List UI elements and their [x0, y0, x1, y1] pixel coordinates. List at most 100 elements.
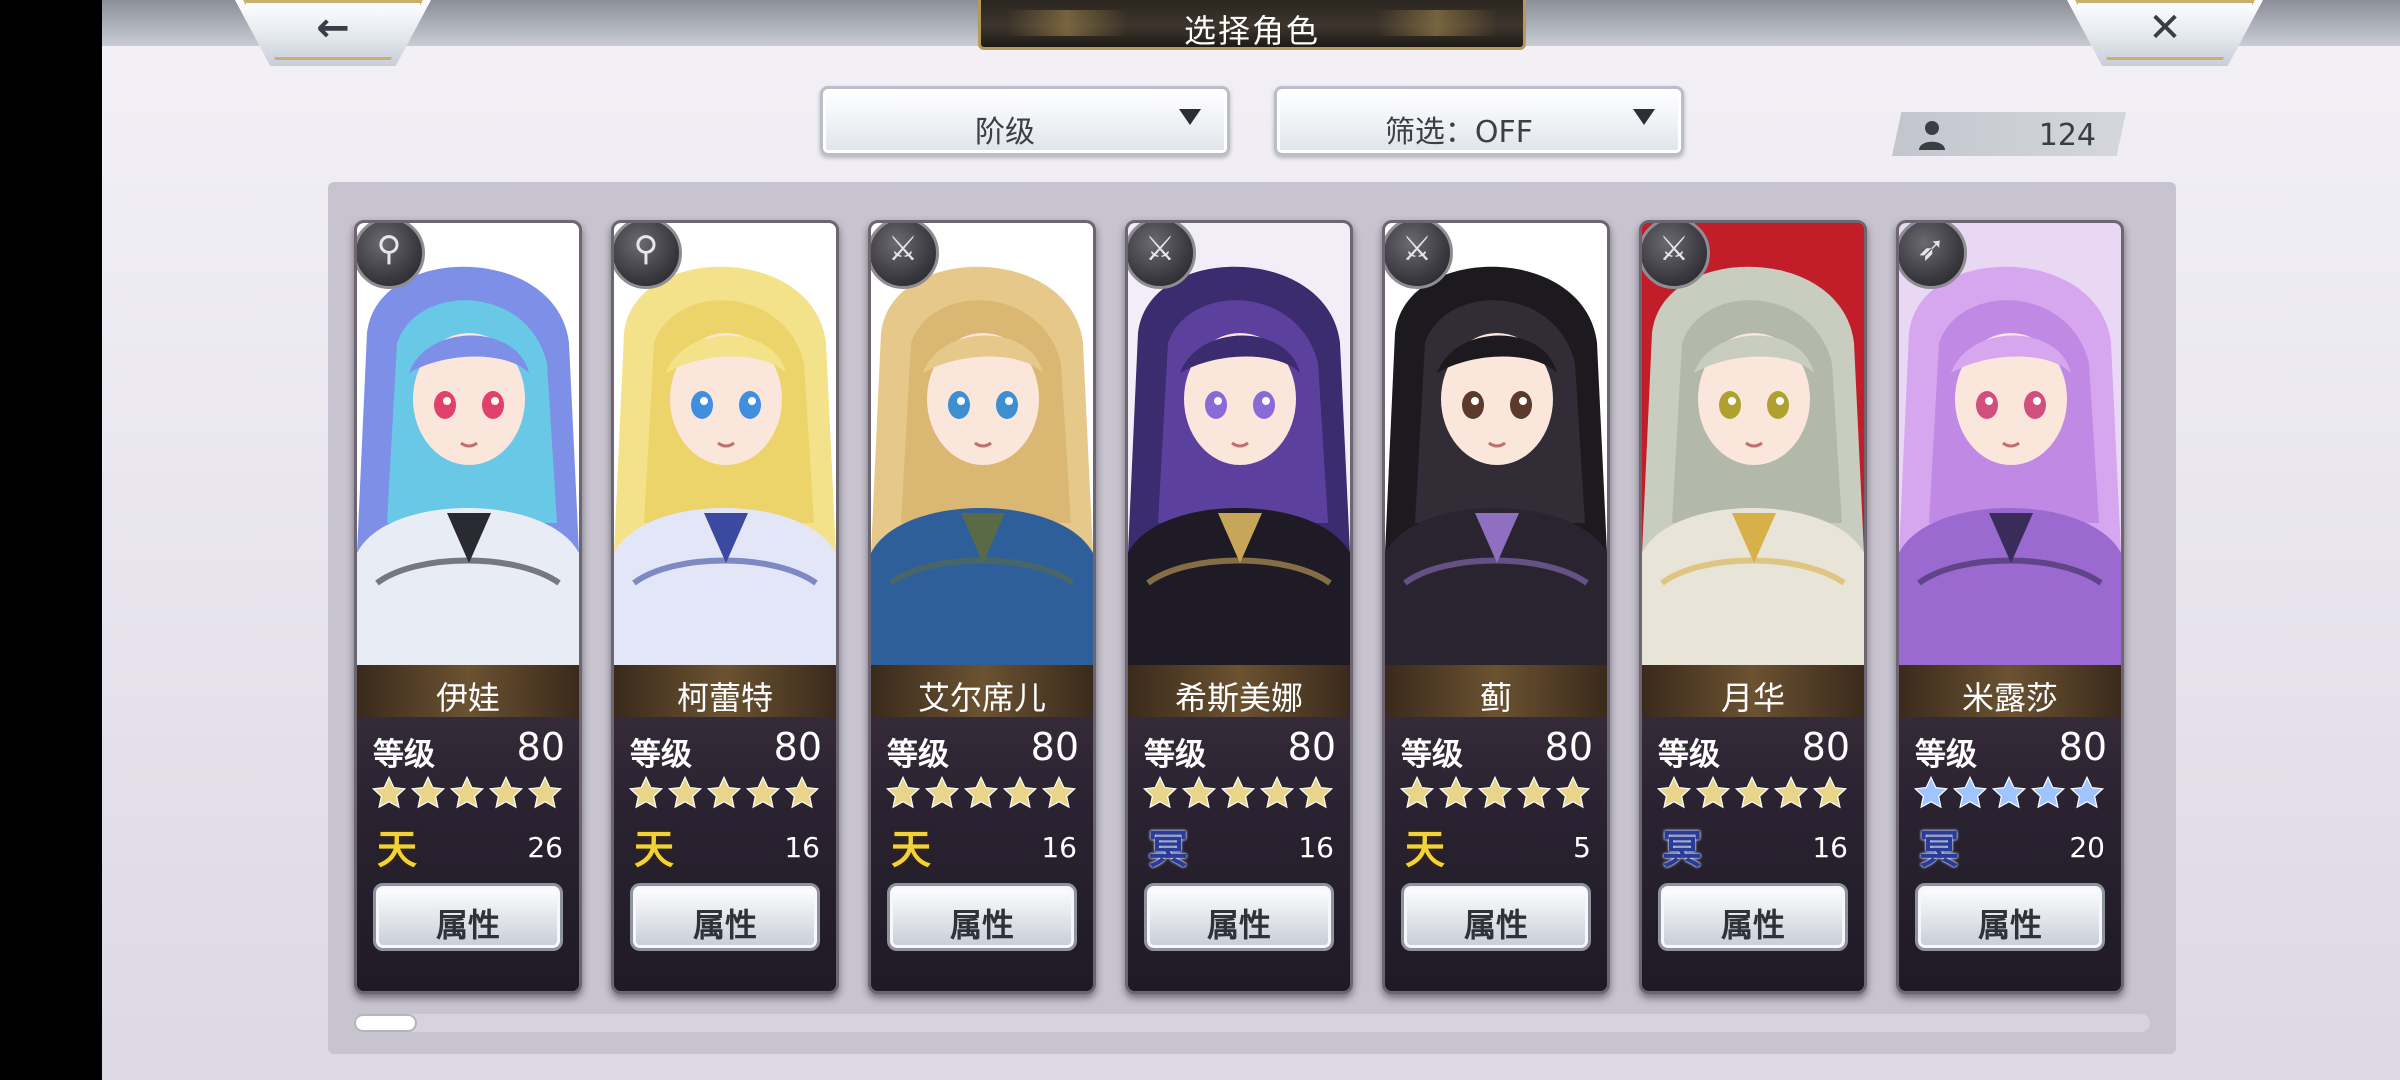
star-icon	[2030, 775, 2066, 809]
portrait-illustration	[357, 223, 579, 665]
rank-icon: 天	[377, 827, 417, 873]
star-rating	[1399, 775, 1591, 811]
character-card[interactable]: ⚲ 伊娃 等级 80 天 26 属性	[354, 220, 582, 994]
attributes-button[interactable]: 属性	[373, 883, 563, 951]
person-icon	[1919, 121, 1945, 150]
scrollbar-thumb[interactable]	[354, 1014, 417, 1032]
rank-count: 5	[1573, 831, 1591, 864]
level-value: 80	[1030, 725, 1079, 769]
star-rating	[1142, 775, 1334, 811]
portrait-illustration	[614, 223, 836, 665]
star-icon	[1952, 775, 1988, 809]
rank-icon: 冥	[1662, 827, 1702, 873]
character-card[interactable]: ⚔ 月华 等级 80 冥 16 属性	[1639, 220, 1867, 994]
rank-icon: 冥	[1919, 827, 1959, 873]
portrait-illustration	[1385, 223, 1607, 665]
star-icon	[1991, 775, 2027, 809]
star-icon	[1181, 775, 1217, 809]
level-label: 等级	[1915, 737, 1977, 773]
filter-dropdown[interactable]: 筛选：OFF	[1274, 86, 1684, 156]
name-plate: 希斯美娜	[1128, 665, 1350, 717]
rank-icon: 天	[891, 827, 931, 873]
filter-label: 筛选：OFF	[1384, 115, 1534, 150]
star-icon	[1399, 775, 1435, 809]
character-card[interactable]: ⚔ 希斯美娜 等级 80 冥 16 属性	[1125, 220, 1353, 994]
level-value: 80	[516, 725, 565, 769]
character-name: 希斯美娜	[1174, 679, 1303, 717]
star-icon	[1477, 775, 1513, 809]
weapon-glyph: ⚔	[1401, 229, 1433, 269]
character-card[interactable]: ⚔ 艾尔席儿 等级 80 天 16 属性	[868, 220, 1096, 994]
character-info: 伊娃 等级 80 天 26 属性	[357, 665, 579, 991]
character-portrait	[614, 223, 836, 665]
attributes-button[interactable]: 属性	[1915, 883, 2105, 951]
attributes-button[interactable]: 属性	[1401, 883, 1591, 951]
character-info: 蓟等级 80 天 5 属性	[1385, 665, 1607, 991]
star-icon	[527, 775, 563, 809]
star-rating	[885, 775, 1077, 811]
star-icon	[1734, 775, 1770, 809]
star-rating	[1913, 775, 2105, 811]
rank-sort-label: 阶级	[975, 115, 1035, 150]
character-info: 月华 等级 80 冥 16 属性	[1642, 665, 1864, 991]
portrait-illustration	[1642, 223, 1864, 665]
star-icon	[963, 775, 999, 809]
character-info: 米露莎 等级 80 冥 20 属性	[1899, 665, 2121, 991]
character-info: 艾尔席儿 等级 80 天 16 属性	[871, 665, 1093, 991]
star-icon	[1656, 775, 1692, 809]
attributes-button-label: 属性	[949, 906, 1014, 944]
attributes-button[interactable]: 属性	[887, 883, 1077, 951]
star-icon	[1002, 775, 1038, 809]
level-label: 等级	[1144, 737, 1206, 773]
chevron-down-icon	[1179, 109, 1201, 125]
roster-count-value: 124	[2038, 118, 2096, 153]
star-icon	[1298, 775, 1334, 809]
character-name: 艾尔席儿	[917, 679, 1046, 717]
character-list-panel: ⚲ 伊娃 等级 80 天 26 属性 ⚲ 柯蕾特 等级 80 天 16 属性 ⚔ 艾尔席儿 等级 80 天 16 属性 ⚔…	[328, 182, 2176, 1054]
rank-count: 20	[2069, 831, 2105, 864]
character-card[interactable]: ⚲ 柯蕾特 等级 80 天 16 属性	[611, 220, 839, 994]
star-icon	[1913, 775, 1949, 809]
star-icon	[706, 775, 742, 809]
character-portrait	[1899, 223, 2121, 665]
character-info: 柯蕾特 等级 80 天 16 属性	[614, 665, 836, 991]
weapon-glyph: ⚔	[887, 229, 919, 269]
rank-sort-dropdown[interactable]: 阶级	[820, 86, 1230, 156]
star-icon	[924, 775, 960, 809]
portrait-illustration	[871, 223, 1093, 665]
rank-count: 16	[1812, 831, 1848, 864]
level-label: 等级	[1658, 737, 1720, 773]
attributes-button[interactable]: 属性	[1658, 883, 1848, 951]
star-icon	[371, 775, 407, 809]
horizontal-scrollbar[interactable]	[354, 1014, 2150, 1032]
character-card[interactable]: ⚔ 蓟等级 80 天 5 属性	[1382, 220, 1610, 994]
character-portrait	[357, 223, 579, 665]
character-card[interactable]: ➶ 米露莎 等级 80 冥 20 属性	[1896, 220, 2124, 994]
attributes-button[interactable]: 属性	[1144, 883, 1334, 951]
attributes-button[interactable]: 属性	[630, 883, 820, 951]
star-icon	[488, 775, 524, 809]
rank-count: 16	[1298, 831, 1334, 864]
star-icon	[1438, 775, 1474, 809]
character-name: 米露莎	[1961, 679, 2058, 717]
star-rating	[628, 775, 820, 811]
name-plate: 伊娃	[357, 665, 579, 717]
star-icon	[784, 775, 820, 809]
star-icon	[1516, 775, 1552, 809]
star-icon	[628, 775, 664, 809]
level-label: 等级	[1401, 737, 1463, 773]
back-button[interactable]: ←	[235, 0, 431, 66]
close-button[interactable]: ✕	[2067, 0, 2263, 66]
name-plate: 月华	[1642, 665, 1864, 717]
star-icon	[1220, 775, 1256, 809]
star-icon	[885, 775, 921, 809]
star-icon	[1259, 775, 1295, 809]
name-plate: 蓟	[1385, 665, 1607, 717]
level-value: 80	[1544, 725, 1593, 769]
attributes-button-label: 属性	[1206, 906, 1271, 944]
rank-count: 26	[527, 831, 563, 864]
rank-icon: 天	[1405, 827, 1445, 873]
rank-icon: 冥	[1148, 827, 1188, 873]
rank-icon: 天	[634, 827, 674, 873]
character-name: 月华	[1720, 679, 1785, 717]
